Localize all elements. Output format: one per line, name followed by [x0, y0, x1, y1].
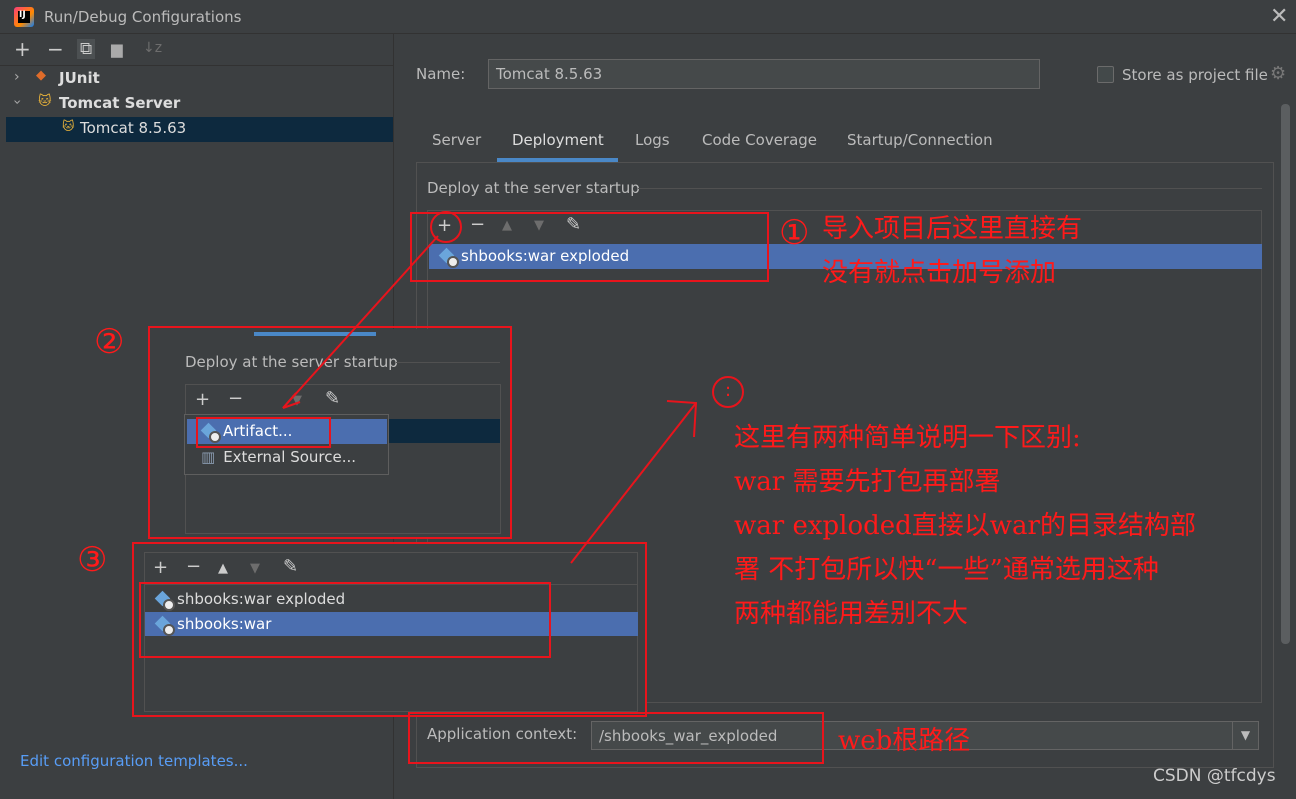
arrow-step1-to-2 [282, 235, 439, 409]
annotation-arrows [282, 235, 698, 564]
note2-line2: war 需要先打包再部署 [734, 467, 1001, 497]
note1-line1: 导入项目后这里直接有 [822, 214, 1083, 244]
note2-line3: war exploded直接以war的目录结构部 [734, 511, 1196, 541]
step-number-2: ② [94, 322, 125, 362]
note2-line1: 这里有两种简单说明一下区别: [734, 423, 1081, 453]
note2-line5: 两种都能用差别不大 [734, 599, 969, 629]
watermark: CSDN @tfcdys [1153, 766, 1276, 786]
annotation-circle-colon: : [712, 376, 744, 408]
step-number-3: ③ [77, 540, 108, 580]
web-root-note: web根路径 [838, 726, 971, 756]
note1-line2: 没有就点击加号添加 [822, 258, 1057, 288]
arrow-to-note [570, 402, 697, 564]
note2-line4: 署 不打包所以快“一些”通常选用这种 [734, 555, 1159, 585]
step-number-1: ① [779, 213, 810, 253]
